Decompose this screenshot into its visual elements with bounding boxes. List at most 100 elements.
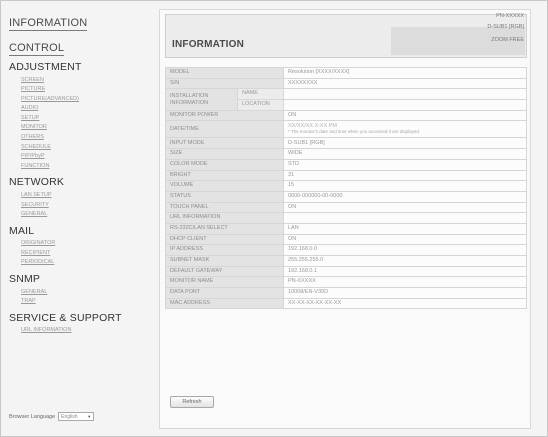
row-label: URL INFORMATION xyxy=(165,212,284,224)
row-label: SIZE xyxy=(165,148,284,160)
row-value: 255.255.255.0 xyxy=(283,255,527,267)
row-value: STD xyxy=(283,158,527,171)
information-table: MODEL Resolution [XXXX/XXXX] S/N XXXXXXX… xyxy=(165,67,527,310)
row-value: 10008/EN-V30D xyxy=(283,287,527,299)
table-row: DATE/TIME XX/XX/XX X:XX PM * The monitor… xyxy=(165,120,527,139)
row-label: MODEL xyxy=(165,67,284,79)
row-label-installation: INSTALLATION INFORMATION xyxy=(165,88,238,111)
sidebar-item-picture[interactable]: PICTURE xyxy=(9,85,149,95)
sidebar-item-schedule[interactable]: SCHEDULE xyxy=(9,143,149,153)
datetime-note: * The monitor's date and time when you a… xyxy=(288,129,421,135)
row-label: DEFAULT GATEWAY xyxy=(165,265,284,278)
row-value: WIDE xyxy=(283,148,527,160)
table-row: STATUS 0000-000000-00-0000 xyxy=(165,190,527,203)
table-row: RS-232C/LAN SELECT LAN xyxy=(165,222,527,235)
sidebar-item-trap[interactable]: TRAP xyxy=(9,297,149,307)
sidebar-item-monitor[interactable]: MONITOR xyxy=(9,123,149,133)
sidebar-section-snmp: SNMP xyxy=(9,273,41,285)
sidebar-item-screen[interactable]: SCREEN xyxy=(9,76,149,86)
row-label: S/N xyxy=(165,77,284,90)
sidebar-item-lan-setup[interactable]: LAN SETUP xyxy=(9,191,149,201)
sidebar-section-network: NETWORK xyxy=(9,176,65,189)
table-row: DEFAULT GATEWAY 192.168.0.1 xyxy=(165,265,527,278)
table-row: MONITOR NAME PN-XXXXX xyxy=(165,276,527,289)
sidebar-item-periodical[interactable]: PERIODICAL xyxy=(9,258,149,268)
chevron-down-icon: ▼ xyxy=(87,414,92,419)
row-sublabel-location: LOCATION xyxy=(237,99,284,111)
row-value: LAN xyxy=(283,222,527,235)
row-label: IP ADDRESS xyxy=(165,244,284,256)
row-value: XX/XX/XX X:XX PM xyxy=(288,122,337,129)
sidebar-item-picture-advanced[interactable]: PICTURE(ADVANCED) xyxy=(9,95,149,105)
table-row: MAC ADDRESS XX-XX-XX-XX-XX-XX xyxy=(165,297,527,310)
table-row: DATA PORT 10008/EN-V30D xyxy=(165,287,527,299)
sidebar-link-control[interactable]: CONTROL xyxy=(9,43,65,56)
table-row: SIZE WIDE xyxy=(165,148,527,160)
sidebar-item-setup[interactable]: SETUP xyxy=(9,114,149,124)
sidebar-item-url-information[interactable]: URL INFORMATION xyxy=(9,326,149,336)
row-label: COLOR MODE xyxy=(165,158,284,171)
table-row: MONITOR POWER ON xyxy=(165,109,527,122)
table-row: SUBNET MASK 255.255.255.0 xyxy=(165,255,527,267)
table-row: INPUT MODE D-SUB1 [RGB] xyxy=(165,137,527,150)
sidebar-item-recipient[interactable]: RECIPIENT xyxy=(9,249,149,259)
table-row: MODEL Resolution [XXXX/XXXX] xyxy=(165,67,527,79)
row-label: MAC ADDRESS xyxy=(165,297,284,310)
row-value: 0000-000000-00-0000 xyxy=(283,190,527,203)
page-title: INFORMATION xyxy=(172,39,245,50)
sidebar-link-information[interactable]: INFORMATION xyxy=(9,18,88,31)
model-id: PN-XXXXX xyxy=(496,13,524,19)
row-value: XX-XX-XX-XX-XX-XX xyxy=(283,297,527,310)
browser-language-select[interactable]: English ▼ xyxy=(58,412,95,421)
row-value: ON xyxy=(283,201,527,214)
row-label: RS-232C/LAN SELECT xyxy=(165,222,284,235)
row-value: XXXXXXXX xyxy=(283,77,527,90)
sidebar-item-pip[interactable]: PIP/PbyP xyxy=(9,152,149,162)
table-row: IP ADDRESS 192.168.0.0 xyxy=(165,244,527,256)
row-label: SUBNET MASK xyxy=(165,255,284,267)
row-label: INPUT MODE xyxy=(165,137,284,150)
row-label: DATE/TIME xyxy=(165,120,284,139)
row-label: INFORMATION xyxy=(170,99,209,106)
refresh-button[interactable]: Refresh xyxy=(170,396,214,408)
row-label: DHCP CLIENT xyxy=(165,233,284,246)
main-panel: INFORMATION PN-XXXXX D-SUB1 [RGB] ZOOM F… xyxy=(159,9,531,429)
row-value: 192.168.0.1 xyxy=(283,265,527,278)
table-row: BRIGHT 31 xyxy=(165,169,527,182)
sidebar-item-others[interactable]: OTHERS xyxy=(9,133,149,143)
row-sublabel-name: NAME xyxy=(237,88,284,101)
sidebar-item-network-general[interactable]: GENERAL xyxy=(9,210,149,220)
sidebar-section-service-support: SERVICE & SUPPORT xyxy=(9,311,122,324)
row-value: 192.168.0.0 xyxy=(283,244,527,256)
table-row: URL INFORMATION xyxy=(165,212,527,224)
table-row: DHCP CLIENT ON xyxy=(165,233,527,246)
sidebar-item-security[interactable]: SECURITY xyxy=(9,201,149,211)
row-value: 15 xyxy=(283,180,527,192)
table-row: INSTALLATION INFORMATION NAME xyxy=(165,88,527,111)
sidebar-section-mail: MAIL xyxy=(9,224,35,237)
row-value: Resolution [XXXX/XXXX] xyxy=(283,67,527,79)
browser-frame: INFORMATION CONTROL ADJUSTMENT SCREEN PI… xyxy=(0,0,548,437)
sidebar-item-function[interactable]: FUNCTION xyxy=(9,162,149,172)
sidebar-nav: INFORMATION CONTROL ADJUSTMENT SCREEN PI… xyxy=(9,13,149,336)
row-label: BRIGHT xyxy=(165,169,284,182)
header-input-mode: D-SUB1 [RGB] xyxy=(487,24,524,30)
sidebar-item-audio[interactable]: AUDIO xyxy=(9,104,149,114)
row-label: MONITOR POWER xyxy=(165,109,284,122)
page-header: INFORMATION xyxy=(165,14,527,58)
sidebar-item-originator[interactable]: ORIGINATOR xyxy=(9,239,149,249)
row-value: ON xyxy=(283,109,527,122)
row-value: PN-XXXXX xyxy=(283,276,527,289)
table-row: COLOR MODE STD xyxy=(165,158,527,171)
row-label: VOLUME xyxy=(165,180,284,192)
sidebar-item-snmp-general[interactable]: GENERAL xyxy=(9,288,149,298)
row-value: 31 xyxy=(283,169,527,182)
row-value xyxy=(283,99,527,111)
table-row: S/N XXXXXXXX xyxy=(165,77,527,90)
row-value: D-SUB1 [RGB] xyxy=(283,137,527,150)
sidebar-section-adjustment: ADJUSTMENT xyxy=(9,61,82,73)
browser-language-label: Browser Language xyxy=(9,413,56,420)
table-row: VOLUME 15 xyxy=(165,180,527,192)
row-value-datetime: XX/XX/XX X:XX PM * The monitor's date an… xyxy=(283,120,527,139)
row-value: ON xyxy=(283,233,527,246)
